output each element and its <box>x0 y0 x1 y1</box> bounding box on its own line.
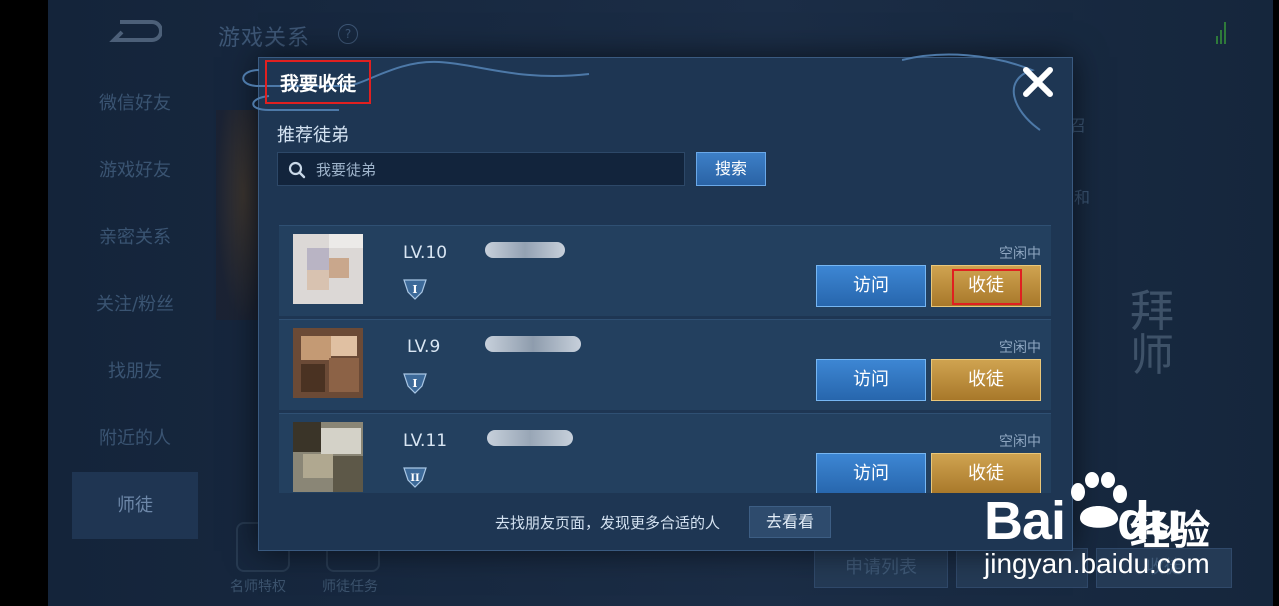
footer-hint: 去找朋友页面，发现更多合适的人 <box>495 514 721 532</box>
side-item-nearby[interactable]: 附近的人 <box>72 405 198 472</box>
search-field <box>277 152 685 187</box>
side-item-wechat-friends[interactable]: 微信好友 <box>72 70 198 137</box>
baidu-jingyan-watermark: Bai du 经验 jingyan.baidu.com <box>982 468 1240 588</box>
list-item: LV.9 I 空闲中 访问 收徒 <box>279 319 1051 410</box>
accept-apprentice-label: 收徒 <box>968 275 1004 296</box>
side-menu: 微信好友 游戏好友 亲密关系 关注/粉丝 找朋友 附近的人 师徒 <box>72 70 198 539</box>
mentor-task-label: 师徒任务 <box>322 579 378 595</box>
accept-apprentice-button[interactable]: 收徒 <box>931 265 1041 307</box>
player-level: LV.11 <box>403 431 448 451</box>
calligraphy-text: 拜师 <box>1130 286 1174 381</box>
side-item-game-friends[interactable]: 游戏好友 <box>72 137 198 204</box>
side-item-find-friends[interactable]: 找朋友 <box>72 338 198 405</box>
accept-apprentice-button[interactable]: 收徒 <box>931 359 1041 401</box>
player-name-redacted <box>487 430 573 446</box>
left-letterbox <box>0 0 48 606</box>
status-badge: 空闲中 <box>999 340 1041 356</box>
baidu-paw-icon <box>1071 472 1127 528</box>
visit-button[interactable]: 访问 <box>816 265 926 307</box>
rank-badge-icon: I <box>403 373 427 394</box>
apply-list-button[interactable]: 申请列表 <box>814 548 948 588</box>
rank-badge-icon: II <box>403 467 427 488</box>
bg-side-text-2: 和 <box>1074 188 1091 207</box>
avatar[interactable] <box>293 328 363 398</box>
go-look-button[interactable]: 去看看 <box>749 506 831 538</box>
player-level: LV.9 <box>407 337 441 357</box>
side-item-close-relations[interactable]: 亲密关系 <box>72 204 198 271</box>
search-button[interactable]: 搜索 <box>696 152 766 186</box>
dialog-title: 我要收徒 <box>265 60 371 104</box>
rank-badge-icon: I <box>403 279 427 300</box>
search-icon <box>288 161 306 179</box>
close-icon[interactable] <box>1020 64 1056 100</box>
side-item-mentorship[interactable]: 师徒 <box>72 472 198 539</box>
signal-icon <box>1216 22 1226 44</box>
hero-portrait <box>216 110 262 320</box>
side-item-follow-fans[interactable]: 关注/粉丝 <box>72 271 198 338</box>
list-item: LV.11 II 空闲中 访问 收徒 <box>279 413 1051 493</box>
visit-button[interactable]: 访问 <box>816 453 926 493</box>
status-badge: 空闲中 <box>999 434 1041 450</box>
svg-text:I: I <box>412 377 417 390</box>
status-badge: 空闲中 <box>999 246 1041 262</box>
master-privilege-label: 名师特权 <box>230 579 286 595</box>
avatar[interactable] <box>293 234 363 304</box>
recommended-apprentices-label: 推荐徒弟 <box>277 125 349 146</box>
right-letterbox <box>1273 0 1279 606</box>
help-icon[interactable]: ? <box>338 24 358 44</box>
player-level: LV.10 <box>403 243 448 263</box>
recruit-apprentice-dialog: 我要收徒 推荐徒弟 搜索 LV.10 I 空闲中 <box>242 53 1073 551</box>
player-name-redacted <box>485 336 581 352</box>
avatar[interactable] <box>293 422 363 492</box>
svg-text:II: II <box>410 473 420 484</box>
player-name-redacted <box>485 242 565 258</box>
apprentice-list: LV.10 I 空闲中 访问 收徒 LV.9 I 空闲中 访问 收徒 LV.11… <box>279 225 1051 493</box>
list-item: LV.10 I 空闲中 访问 收徒 <box>279 225 1051 316</box>
page-title: 游戏关系 <box>218 26 311 51</box>
visit-button[interactable]: 访问 <box>816 359 926 401</box>
search-input[interactable] <box>314 153 678 187</box>
watermark-url: jingyan.baidu.com <box>984 548 1210 579</box>
svg-text:I: I <box>412 283 417 296</box>
back-arrow-icon[interactable] <box>108 18 162 44</box>
